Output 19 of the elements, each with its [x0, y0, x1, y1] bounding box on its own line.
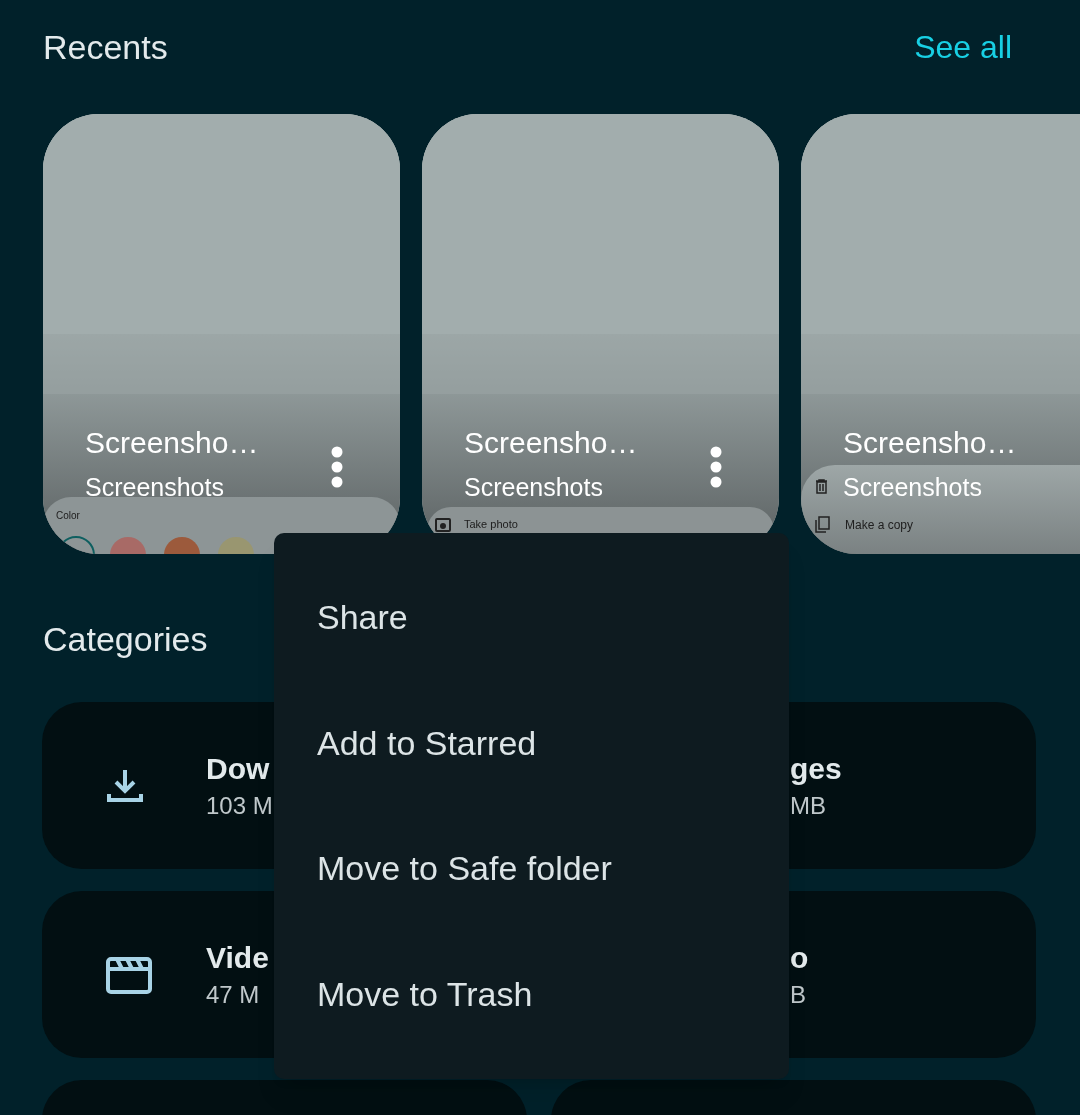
- category-name: Dow: [206, 753, 271, 784]
- category-name: ges: [790, 753, 842, 784]
- category-size: B: [790, 982, 807, 1007]
- folder-name: Screenshots: [85, 475, 224, 500]
- category-name: o: [790, 942, 809, 973]
- preview-label: Color: [56, 511, 81, 521]
- file-name: Screensho…: [843, 428, 1017, 458]
- section-title: Categories: [42, 622, 209, 656]
- folder-name: Screenshots: [464, 475, 603, 500]
- file-name: Screensho…: [464, 428, 638, 458]
- file-name: Screensho…: [85, 428, 259, 458]
- category-size: MB: [790, 793, 827, 818]
- preview-label: Make a copy: [845, 518, 914, 531]
- category-size: 103 M: [206, 793, 273, 818]
- folder-name: Screenshots: [843, 475, 982, 500]
- category-size: 47 M: [206, 982, 261, 1007]
- category-name: Vide: [206, 942, 269, 973]
- section-title: Recents: [43, 30, 168, 64]
- preview-label: Take photo: [464, 519, 518, 530]
